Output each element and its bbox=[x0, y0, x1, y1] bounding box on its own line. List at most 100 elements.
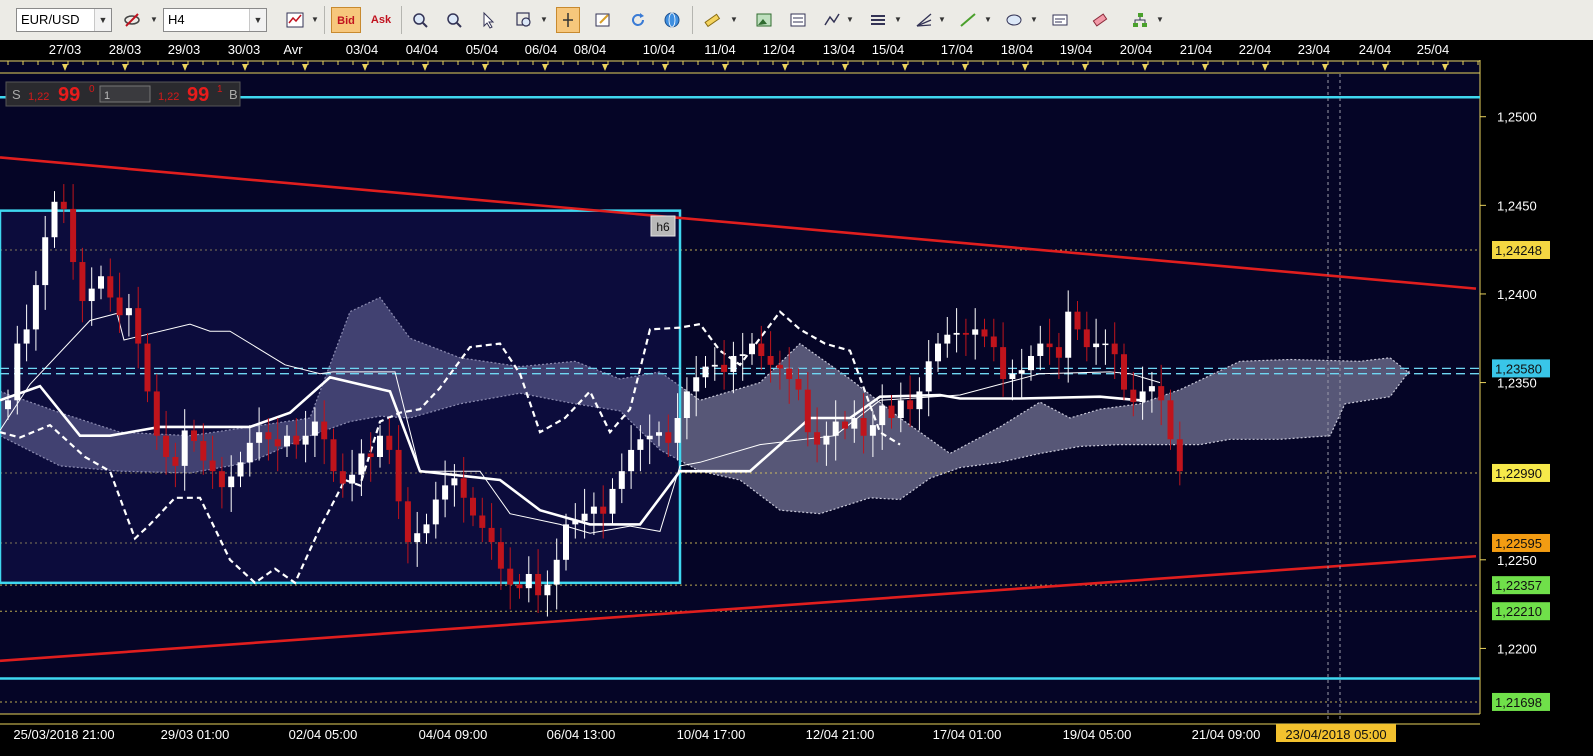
buy-price-big[interactable]: 99 bbox=[187, 84, 209, 106]
candle-body bbox=[1037, 343, 1044, 356]
ruler-icon[interactable] bbox=[700, 7, 724, 33]
candle-body bbox=[1130, 389, 1137, 403]
candle-body bbox=[1176, 439, 1183, 472]
link-chart-icon[interactable] bbox=[120, 7, 144, 33]
hierarchy-icon[interactable] bbox=[1128, 7, 1152, 33]
indicator-icon[interactable] bbox=[820, 7, 844, 33]
image-icon[interactable] bbox=[752, 7, 776, 33]
timeframe-select[interactable]: H4 ▼ bbox=[163, 8, 267, 32]
quote-panel[interactable]: S 1,22 99 0 1 1,22 99 1 B bbox=[5, 81, 241, 107]
zoom-out-icon[interactable] bbox=[442, 7, 466, 33]
candle-body bbox=[935, 343, 941, 362]
chevron-down-icon[interactable]: ▼ bbox=[150, 12, 158, 28]
price-tick-label: 1,2500 bbox=[1497, 110, 1537, 125]
candle-body bbox=[172, 457, 179, 466]
candle-body bbox=[200, 441, 207, 461]
candle-body bbox=[497, 542, 504, 569]
horizontal-line-icon[interactable] bbox=[866, 7, 890, 33]
template-icon[interactable] bbox=[786, 7, 810, 33]
top-date-label: 17/04 bbox=[941, 42, 974, 57]
top-date-label: 05/04 bbox=[466, 42, 499, 57]
candle-body bbox=[1093, 343, 1100, 348]
pointer-icon[interactable] bbox=[476, 7, 500, 33]
timeframe-value: H4 bbox=[168, 12, 185, 27]
price-label: 1,22595 bbox=[1495, 536, 1542, 551]
candle-body bbox=[618, 471, 625, 489]
candle-body bbox=[572, 520, 579, 525]
candle-body bbox=[1018, 370, 1025, 374]
candle-body bbox=[228, 476, 235, 488]
time-axis: 25/03/2018 21:00 29/03 01:00 02/04 05:00… bbox=[0, 723, 1480, 742]
price-label: 1,22990 bbox=[1495, 466, 1542, 481]
chart-area[interactable]: 27/03 28/03 29/03 30/03 Avr 03/04 04/04 … bbox=[0, 40, 1593, 756]
candle-body bbox=[1046, 343, 1053, 348]
chevron-down-icon[interactable]: ▼ bbox=[894, 12, 902, 28]
candle-body bbox=[1148, 386, 1155, 392]
candle-body bbox=[525, 573, 532, 589]
candle-body bbox=[246, 442, 253, 463]
candle-body bbox=[739, 354, 746, 356]
eraser-icon[interactable] bbox=[1088, 7, 1112, 33]
sell-price-big[interactable]: 99 bbox=[58, 84, 80, 106]
candle-body bbox=[860, 418, 867, 436]
candle-body bbox=[758, 343, 765, 356]
edit-icon[interactable] bbox=[591, 7, 615, 33]
chevron-down-icon[interactable]: ▼ bbox=[1156, 12, 1164, 28]
range-box bbox=[0, 209, 682, 585]
candle-body bbox=[153, 391, 160, 436]
chevron-down-icon[interactable]: ▼ bbox=[249, 9, 266, 31]
candle-body bbox=[395, 449, 402, 502]
candle-body bbox=[767, 355, 774, 365]
chevron-down-icon[interactable]: ▼ bbox=[540, 12, 548, 28]
buy-price-small[interactable]: 1,22 bbox=[158, 91, 179, 103]
candle-body bbox=[581, 513, 588, 521]
chevron-down-icon[interactable]: ▼ bbox=[938, 12, 946, 28]
sell-price-small[interactable]: 1,22 bbox=[28, 91, 49, 103]
top-date-label: 21/04 bbox=[1180, 42, 1213, 57]
candle-body bbox=[674, 418, 681, 443]
candle-body bbox=[311, 421, 318, 436]
candle-body bbox=[823, 435, 830, 445]
candle-body bbox=[730, 355, 737, 372]
text-icon[interactable] bbox=[1048, 7, 1072, 33]
chevron-down-icon[interactable]: ▼ bbox=[1030, 12, 1038, 28]
zoom-in-icon[interactable] bbox=[408, 7, 432, 33]
chart-type-icon[interactable] bbox=[283, 7, 307, 33]
chevron-down-icon[interactable]: ▼ bbox=[311, 12, 319, 28]
candle-body bbox=[1009, 373, 1016, 380]
candle-body bbox=[321, 421, 328, 440]
ask-button[interactable]: Ask bbox=[366, 7, 396, 33]
candle-body bbox=[107, 276, 114, 298]
chevron-down-icon[interactable]: ▼ bbox=[984, 12, 992, 28]
candle-body bbox=[5, 400, 11, 410]
marker-badge[interactable]: h6 bbox=[650, 215, 676, 237]
top-date-label: 11/04 bbox=[704, 42, 736, 57]
time-label: 12/04 21:00 bbox=[806, 727, 875, 742]
candle-body bbox=[358, 453, 365, 475]
symbol-select[interactable]: EUR/USD ▼ bbox=[16, 8, 112, 32]
time-label: 25/03/2018 21:00 bbox=[13, 727, 114, 742]
candle-body bbox=[88, 288, 95, 302]
candle-body bbox=[721, 364, 728, 372]
candle-body bbox=[1167, 400, 1174, 440]
candle-body bbox=[1158, 386, 1165, 401]
candle-body bbox=[284, 435, 290, 447]
chevron-down-icon[interactable]: ▼ bbox=[730, 12, 738, 28]
refresh-icon[interactable] bbox=[626, 7, 650, 33]
crosshair-icon[interactable] bbox=[556, 7, 580, 33]
bid-button[interactable]: Bid bbox=[331, 7, 361, 33]
ellipse-icon[interactable] bbox=[1002, 7, 1026, 33]
candle-body bbox=[470, 497, 476, 516]
trendline-icon[interactable] bbox=[956, 7, 980, 33]
candle-body bbox=[962, 332, 969, 335]
fan-icon[interactable] bbox=[912, 7, 936, 33]
top-date-label: 24/04 bbox=[1359, 42, 1392, 57]
chevron-down-icon[interactable]: ▼ bbox=[846, 12, 854, 28]
candle-body bbox=[404, 501, 411, 543]
globe-icon[interactable] bbox=[660, 7, 684, 33]
zoom-box-icon[interactable] bbox=[512, 7, 536, 33]
top-date-label: 28/03 bbox=[109, 42, 142, 57]
candle-body bbox=[981, 329, 988, 337]
chevron-down-icon[interactable]: ▼ bbox=[94, 9, 111, 31]
candle-body bbox=[711, 364, 718, 367]
